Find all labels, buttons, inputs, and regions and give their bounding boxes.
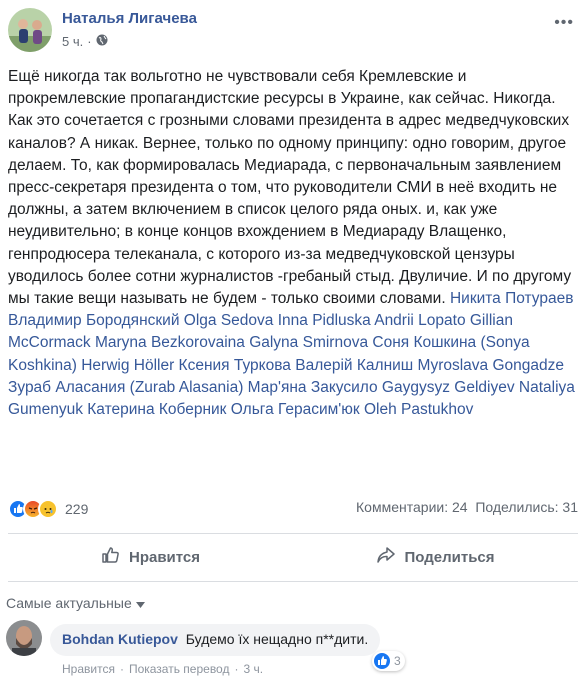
share-arrow-icon — [376, 545, 396, 569]
author-avatar[interactable] — [8, 8, 52, 52]
divider — [8, 581, 578, 582]
divider — [8, 533, 578, 534]
meta-separator: · — [87, 34, 92, 49]
separator: · — [234, 662, 239, 676]
post-meta: 5 ч. · — [62, 34, 108, 49]
post-actions: Нравится Поделиться — [8, 535, 578, 579]
engagement-counts: Комментарии: 24 Поделились: 31 — [356, 499, 578, 515]
comment-reaction-count: 3 — [394, 654, 401, 668]
caret-down-icon — [135, 595, 145, 611]
commenter-avatar[interactable] — [6, 620, 42, 656]
shares-count[interactable]: Поделились: 31 — [475, 499, 578, 515]
author-name[interactable]: Наталья Лигачева — [62, 10, 197, 27]
post-header: Наталья Лигачева 5 ч. · ••• — [0, 0, 586, 64]
sort-label: Самые актуальные — [6, 595, 132, 611]
comment-text: Будемо їх нещадно п**дити. — [185, 631, 369, 647]
post-body: Ещё никогда так вольготно не чувствовали… — [8, 66, 576, 421]
more-options-icon[interactable]: ••• — [554, 14, 574, 32]
comment-actions: Нравится · Показать перевод · 3 ч. — [62, 662, 263, 676]
reaction-icons[interactable] — [8, 499, 58, 519]
like-button[interactable]: Нравится — [8, 535, 293, 579]
comments-count[interactable]: Комментарии: 24 — [356, 499, 468, 515]
separator: · — [119, 662, 124, 676]
post-time[interactable]: 5 ч. — [62, 34, 83, 49]
show-translation-link[interactable]: Показать перевод — [129, 662, 230, 676]
reactions-summary: 229 Комментарии: 24 Поделились: 31 — [8, 495, 578, 523]
tagged-people[interactable]: Никита Потураев Владимир Бородянский Olg… — [8, 290, 575, 418]
reaction-count[interactable]: 229 — [65, 501, 88, 517]
post-text: Ещё никогда так вольготно не чувствовали… — [8, 68, 572, 308]
like-reaction-icon — [374, 653, 390, 669]
share-button[interactable]: Поделиться — [293, 535, 578, 579]
comment-reactions[interactable]: 3 — [372, 651, 405, 671]
like-label: Нравится — [128, 548, 201, 566]
commenter-name[interactable]: Bohdan Kutiepov — [62, 631, 178, 647]
thumbs-up-icon — [101, 545, 121, 569]
comment-bubble: Bohdan Kutiepov Будемо їх нещадно п**дит… — [50, 624, 381, 656]
share-label: Поделиться — [404, 548, 495, 566]
comment-time[interactable]: 3 ч. — [243, 662, 263, 676]
comment-like-link[interactable]: Нравится — [62, 662, 115, 676]
comment-sort-dropdown[interactable]: Самые актуальные — [6, 595, 145, 611]
sad-reaction-icon — [38, 499, 58, 519]
globe-icon[interactable] — [96, 34, 108, 49]
